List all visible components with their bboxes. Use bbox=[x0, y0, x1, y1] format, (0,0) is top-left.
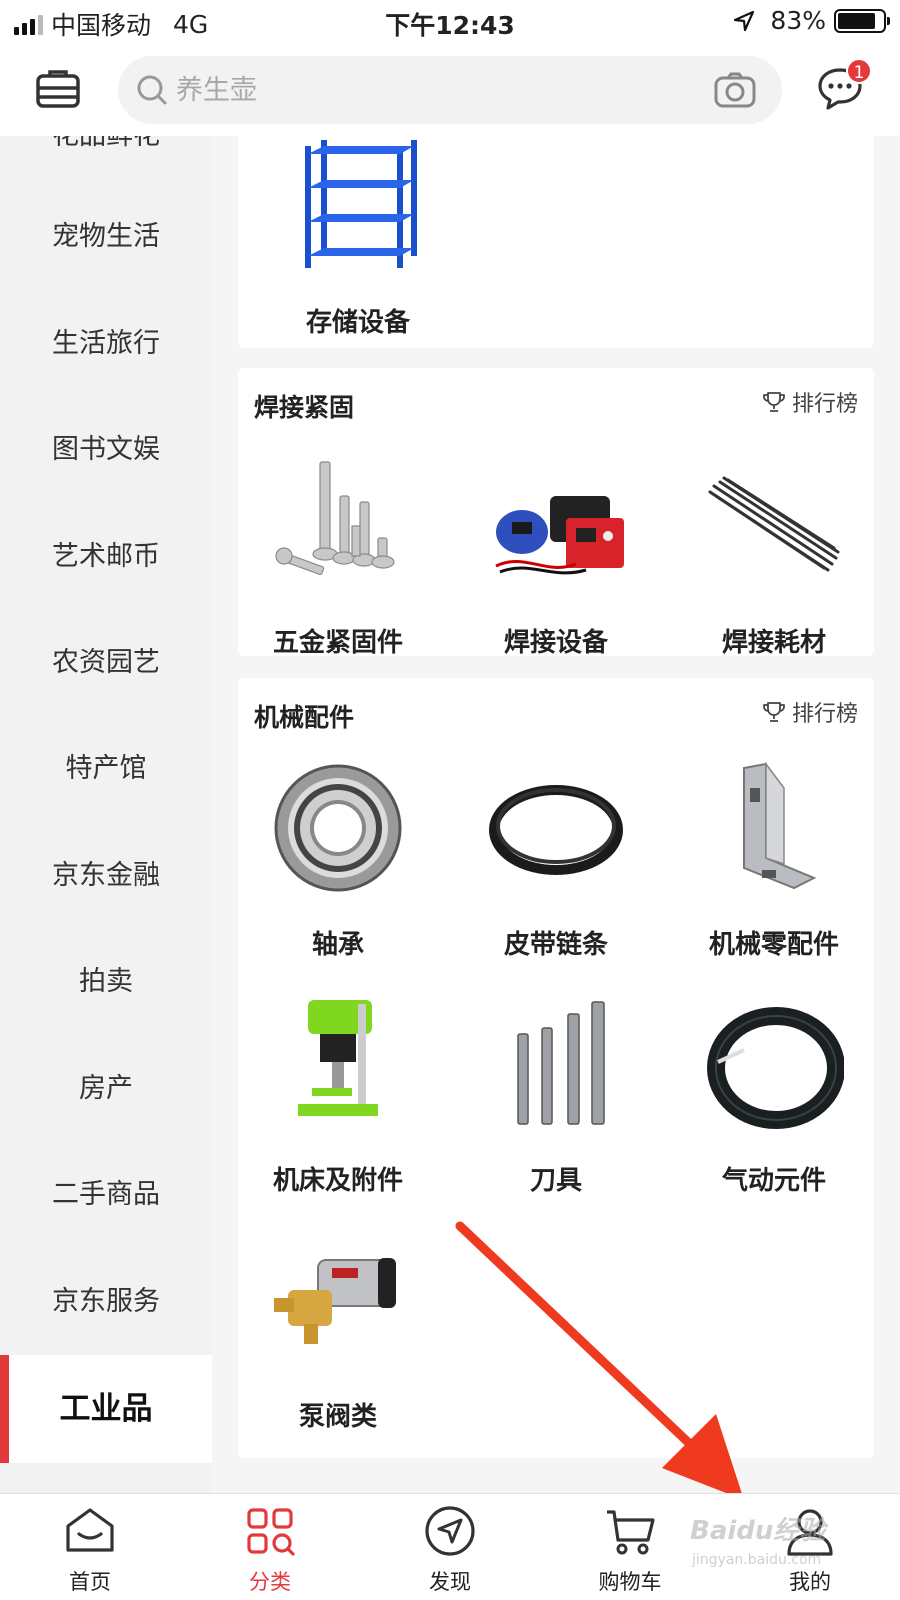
compass-icon bbox=[425, 1506, 475, 1556]
tab-discover[interactable]: 发现 bbox=[390, 1504, 510, 1596]
search-bar[interactable] bbox=[118, 56, 782, 124]
battery-icon bbox=[834, 8, 890, 33]
category-grid-icon bbox=[247, 1508, 295, 1556]
tab-category[interactable]: 分类 bbox=[210, 1504, 330, 1596]
camera-icon[interactable] bbox=[714, 72, 756, 108]
drill-press-image bbox=[298, 1000, 378, 1116]
category-tile-storage[interactable]: 存储设备 bbox=[258, 136, 458, 339]
sidebar-item-books[interactable]: 图书文娱 bbox=[0, 397, 212, 503]
sidebar-item-life-travel[interactable]: 生活旅行 bbox=[0, 291, 212, 397]
category-tile-pneumatic[interactable]: 气动元件 bbox=[674, 994, 874, 1197]
section-title: 焊接紧固 bbox=[254, 393, 355, 422]
taps-image bbox=[517, 1001, 605, 1125]
menu-icon[interactable] bbox=[34, 66, 82, 114]
welding-section: 焊接紧固 排行榜 五金紧固件 焊接设备 焊接耗材 bbox=[238, 368, 874, 659]
watermark-url: jingyan.baidu.com bbox=[692, 1552, 822, 1568]
category-tile-bearings[interactable]: 轴承 bbox=[238, 758, 438, 961]
welding-equipment-image bbox=[495, 496, 624, 575]
sidebar-item-art-stamps[interactable]: 艺术邮币 bbox=[0, 504, 212, 610]
fasteners-image bbox=[275, 461, 395, 575]
tab-cart[interactable]: 购物车 bbox=[570, 1504, 690, 1596]
sidebar-item-agriculture[interactable]: 农资园艺 bbox=[0, 610, 212, 716]
search-input[interactable] bbox=[176, 68, 696, 112]
sidebar-item-flowers[interactable]: 花品鲜花 bbox=[0, 136, 212, 158]
cart-icon bbox=[607, 1510, 655, 1555]
category-tile-fasteners[interactable]: 五金紧固件 bbox=[238, 456, 438, 659]
pump-image bbox=[274, 1258, 396, 1344]
category-content: 存储设备 焊接紧固 排行榜 五金紧固件 焊接设备 焊接耗材 机械配件 排行榜 轴… bbox=[212, 136, 900, 1493]
ranking-link[interactable]: 排行榜 bbox=[762, 696, 858, 728]
pneumatic-hose-image bbox=[707, 1007, 845, 1129]
storage-rack-image bbox=[305, 140, 417, 268]
sidebar-item-auction[interactable]: 拍卖 bbox=[0, 929, 212, 1035]
category-tile-machine-tools[interactable]: 机床及附件 bbox=[238, 994, 438, 1197]
home-icon bbox=[66, 1508, 114, 1552]
sidebar-item-services[interactable]: 京东服务 bbox=[0, 1249, 212, 1355]
category-sidebar: 花品鲜花 宠物生活 生活旅行 图书文娱 艺术邮币 农资园艺 特产馆 京东金融 拍… bbox=[0, 136, 212, 1493]
bearing-image bbox=[274, 764, 402, 892]
watermark-logo: Baidu经验 bbox=[690, 1516, 826, 1546]
sidebar-item-specialties[interactable]: 特产馆 bbox=[0, 716, 212, 822]
battery-percent: 83% bbox=[770, 6, 826, 35]
belt-image bbox=[489, 785, 623, 875]
sidebar-item-real-estate[interactable]: 房产 bbox=[0, 1036, 212, 1142]
welding-rods-image bbox=[708, 476, 840, 572]
message-button[interactable]: 1 bbox=[816, 58, 872, 112]
storage-section: 存储设备 bbox=[238, 136, 874, 348]
category-tile-mechanical-parts[interactable]: 机械零配件 bbox=[674, 758, 874, 961]
message-badge: 1 bbox=[846, 58, 872, 84]
category-tile-pumps-valves[interactable]: 泵阀类 bbox=[238, 1230, 438, 1433]
section-title: 机械配件 bbox=[254, 703, 355, 732]
tab-home[interactable]: 首页 bbox=[30, 1504, 150, 1596]
category-tile-cutting-tools[interactable]: 刀具 bbox=[456, 994, 656, 1197]
trophy-icon bbox=[763, 702, 785, 722]
location-arrow-icon bbox=[734, 10, 755, 31]
header: 1 bbox=[0, 44, 900, 136]
sidebar-item-finance[interactable]: 京东金融 bbox=[0, 823, 212, 929]
category-tile-welding-equipment[interactable]: 焊接设备 bbox=[456, 456, 656, 659]
sidebar-item-second-hand[interactable]: 二手商品 bbox=[0, 1142, 212, 1248]
search-icon bbox=[137, 75, 167, 105]
sidebar-item-pets[interactable]: 宠物生活 bbox=[0, 184, 212, 290]
category-tile-welding-consumables[interactable]: 焊接耗材 bbox=[674, 456, 874, 659]
sidebar-item-industrial[interactable]: 工业品 bbox=[0, 1355, 212, 1463]
active-indicator bbox=[0, 1355, 9, 1463]
trophy-icon bbox=[763, 392, 785, 412]
bracket-image bbox=[743, 761, 817, 890]
ranking-link[interactable]: 排行榜 bbox=[762, 386, 858, 418]
category-tile-belts-chains[interactable]: 皮带链条 bbox=[456, 758, 656, 961]
mechanical-section: 机械配件 排行榜 轴承 皮带链条 机械零配件 机床及附件 刀具 气动元件 泵阀类 bbox=[238, 678, 874, 1458]
status-bar: 中国移动 4G 下午12:43 83% bbox=[0, 0, 900, 44]
